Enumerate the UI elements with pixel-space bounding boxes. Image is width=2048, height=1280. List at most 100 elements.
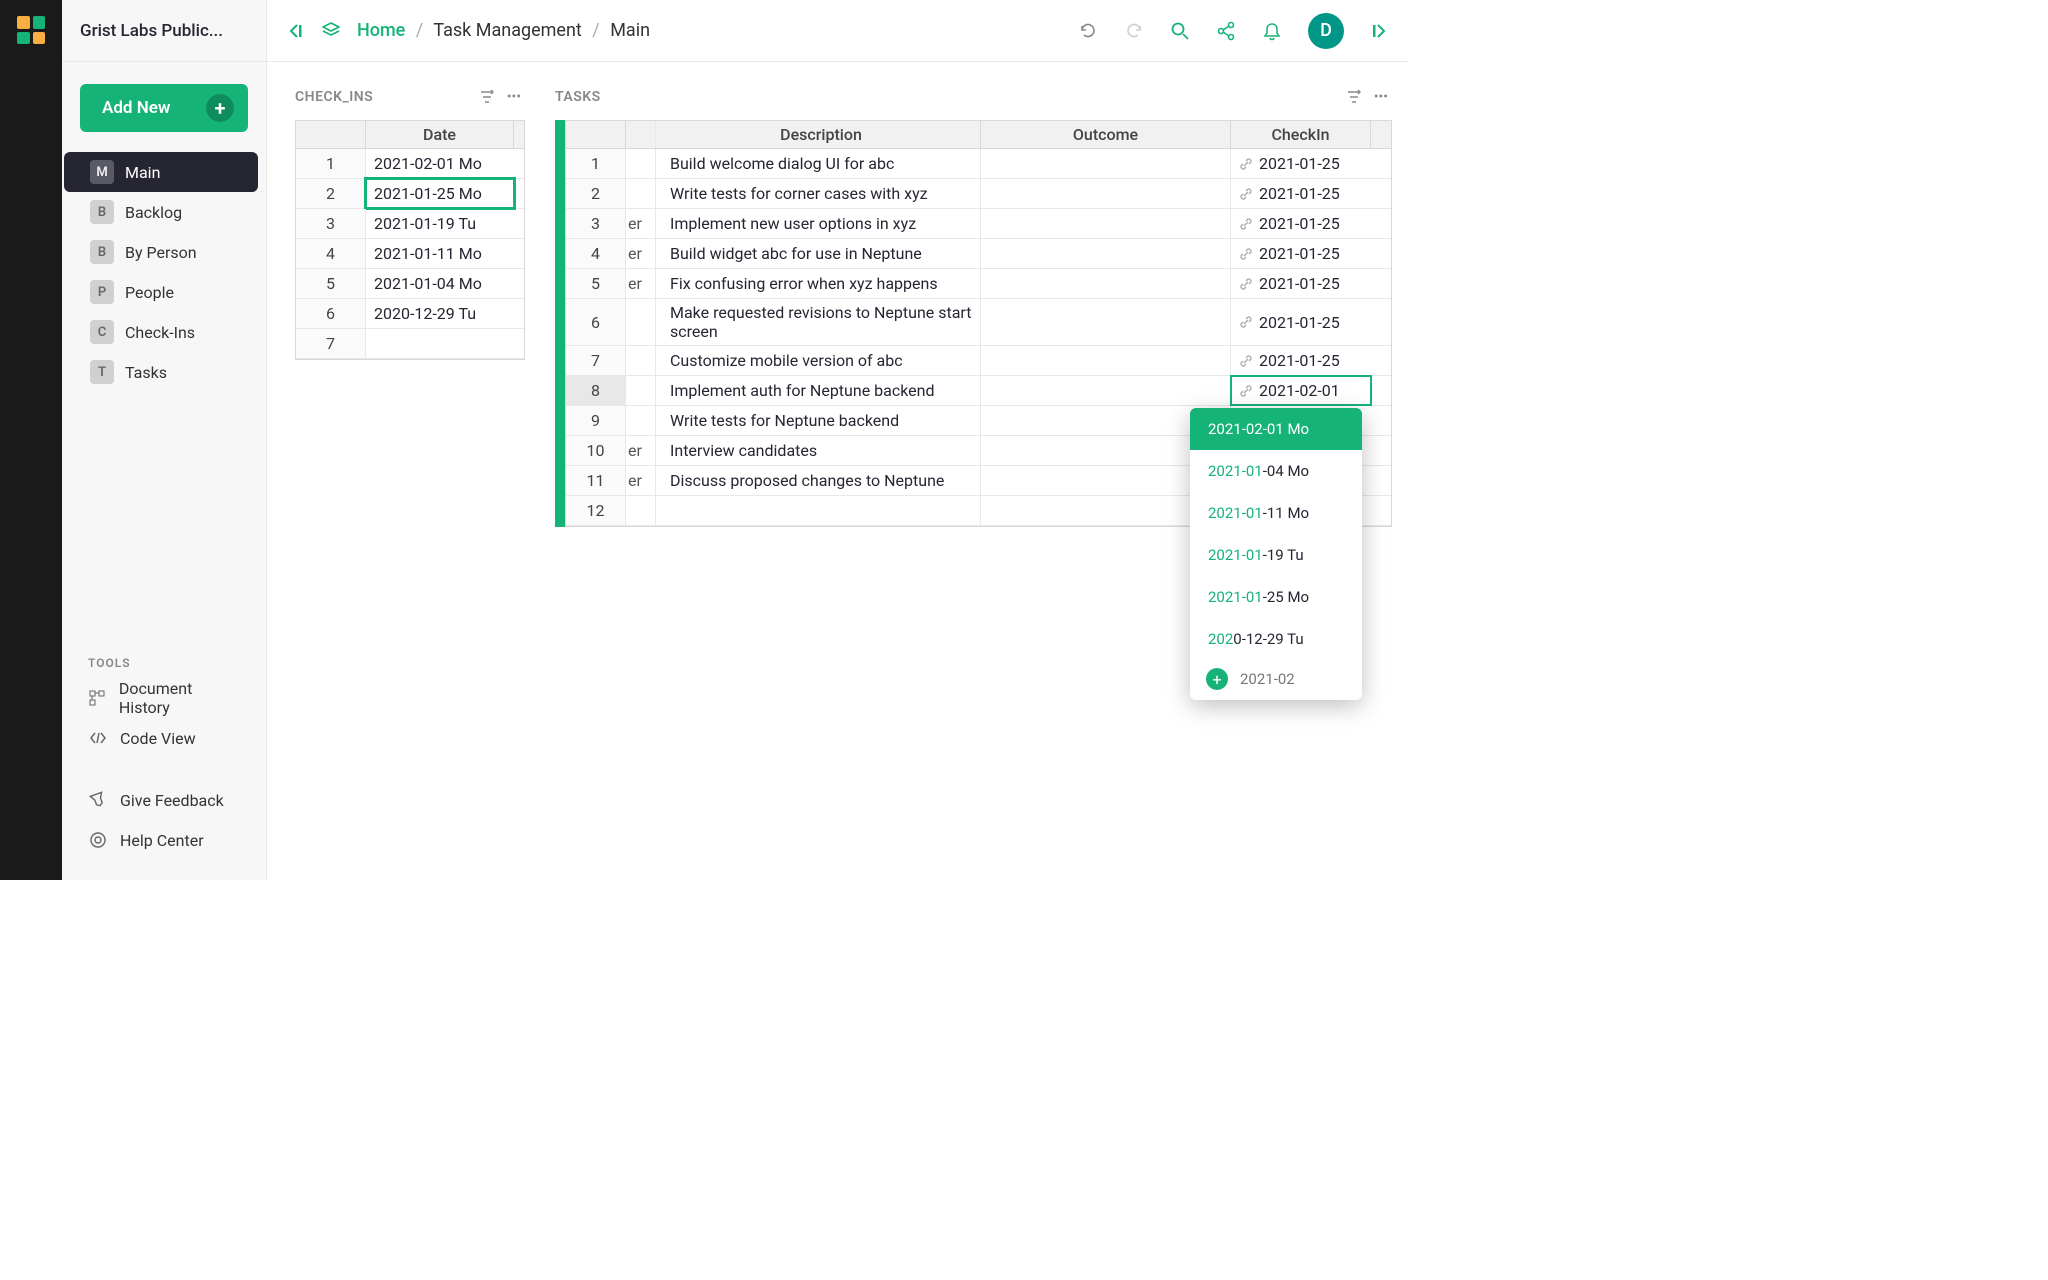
date-column-header[interactable]: Date (366, 121, 514, 148)
plus-icon[interactable]: + (1206, 668, 1228, 690)
checkin-cell[interactable]: 2021-01-25 (1231, 269, 1371, 298)
redo-icon[interactable] (1124, 21, 1144, 41)
row-number[interactable]: 2 (566, 179, 626, 208)
checkin-column-header[interactable]: CheckIn (1231, 121, 1371, 148)
table-row[interactable]: 62020-12-29 Tu (296, 299, 524, 329)
row-number[interactable]: 4 (566, 239, 626, 268)
avatar[interactable]: D (1308, 13, 1344, 49)
collapse-sidebar-icon[interactable] (289, 23, 305, 39)
sidebar-item-main[interactable]: MMain (64, 152, 258, 192)
row-number[interactable]: 5 (296, 269, 366, 298)
table-row[interactable]: 4erBuild widget abc for use in Neptune 20… (566, 239, 1391, 269)
breadcrumb-home[interactable]: Home (357, 20, 405, 41)
description-cell[interactable]: Interview candidates (656, 436, 981, 465)
row-number[interactable]: 7 (566, 346, 626, 375)
description-column-header[interactable]: Description (656, 121, 981, 148)
date-cell[interactable]: 2021-01-19 Tu (366, 209, 514, 238)
table-row[interactable]: 52021-01-04 Mo (296, 269, 524, 299)
date-cell[interactable] (366, 329, 514, 358)
description-cell[interactable]: Customize mobile version of abc (656, 346, 981, 375)
breadcrumb-page[interactable]: Main (610, 20, 650, 41)
who-cell[interactable]: er (626, 269, 656, 298)
outcome-cell[interactable] (981, 209, 1231, 238)
add-new-button[interactable]: Add New + (80, 84, 248, 132)
filter-icon[interactable] (1346, 89, 1362, 105)
row-number[interactable]: 11 (566, 466, 626, 495)
dropdown-option[interactable]: 2021-01-19 Tu (1190, 534, 1362, 576)
row-number[interactable]: 7 (296, 329, 366, 358)
table-row[interactable]: 5erFix confusing error when xyz happens2… (566, 269, 1391, 299)
checkin-cell[interactable]: 2021-01-25 (1231, 239, 1371, 268)
date-cell[interactable]: 2021-01-25 Mo (366, 179, 514, 208)
row-number[interactable]: 9 (566, 406, 626, 435)
table-row[interactable]: 1Build welcome dialog UI for abc2021-01-… (566, 149, 1391, 179)
description-cell[interactable]: Write tests for corner cases with xyz (656, 179, 981, 208)
row-number[interactable]: 1 (296, 149, 366, 178)
table-row[interactable]: 3erImplement new user options in xyz2021… (566, 209, 1391, 239)
undo-icon[interactable] (1078, 21, 1098, 41)
breadcrumb-doc[interactable]: Task Management (433, 20, 581, 41)
outcome-cell[interactable] (981, 269, 1231, 298)
workspace-name[interactable]: Grist Labs Public... (62, 0, 266, 62)
who-cell[interactable]: er (626, 436, 656, 465)
share-icon[interactable] (1216, 21, 1236, 41)
row-number[interactable]: 1 (566, 149, 626, 178)
outcome-column-header[interactable]: Outcome (981, 121, 1231, 148)
checkin-cell[interactable]: 2021-01-25 (1231, 179, 1371, 208)
who-cell[interactable] (626, 376, 656, 405)
row-number[interactable]: 3 (296, 209, 366, 238)
app-logo[interactable] (17, 16, 45, 44)
description-cell[interactable]: Implement new user options in xyz (656, 209, 981, 238)
checkin-dropdown[interactable]: 2021-02-01 Mo2021-01-04 Mo2021-01-11 Mo2… (1190, 408, 1362, 700)
filter-icon[interactable] (479, 89, 495, 105)
who-cell[interactable]: er (626, 466, 656, 495)
dropdown-option[interactable]: 2021-01-11 Mo (1190, 492, 1362, 534)
description-cell[interactable]: Build welcome dialog UI for abc (656, 149, 981, 178)
more-icon[interactable]: ••• (507, 89, 521, 105)
table-row[interactable]: 7 Customize mobile version of abc 2021-01-… (566, 346, 1391, 376)
description-cell[interactable]: Build widget abc for use in Neptune (656, 239, 981, 268)
bell-icon[interactable] (1262, 21, 1282, 41)
outcome-cell[interactable] (981, 376, 1231, 405)
tool-code-view[interactable]: Code View (62, 718, 266, 758)
description-cell[interactable] (656, 496, 981, 525)
dropdown-option[interactable]: 2021-02-01 Mo (1190, 408, 1362, 450)
dropdown-option[interactable]: 2021-01-04 Mo (1190, 450, 1362, 492)
row-number[interactable]: 5 (566, 269, 626, 298)
sidebar-item-backlog[interactable]: BBacklog (62, 192, 266, 232)
sidebar-item-people[interactable]: PPeople (62, 272, 266, 312)
dropdown-option[interactable]: 2021-01-25 Mo (1190, 576, 1362, 618)
outcome-cell[interactable] (981, 179, 1231, 208)
who-cell[interactable] (626, 406, 656, 435)
date-cell[interactable]: 2021-01-04 Mo (366, 269, 514, 298)
row-number[interactable]: 3 (566, 209, 626, 238)
table-row[interactable]: 8Implement auth for Neptune backend2021-… (566, 376, 1391, 406)
description-cell[interactable]: Make requested revisions to Neptune star… (656, 299, 981, 345)
who-cell[interactable]: er (626, 239, 656, 268)
tool-document-history[interactable]: Document History (62, 678, 266, 718)
description-cell[interactable]: Write tests for Neptune backend (656, 406, 981, 435)
pages-icon[interactable] (321, 21, 341, 41)
description-cell[interactable]: Discuss proposed changes to Neptune (656, 466, 981, 495)
table-row[interactable]: 6Make requested revisions to Neptune sta… (566, 299, 1391, 346)
who-cell[interactable] (626, 346, 656, 375)
checkin-cell[interactable]: 2021-01-25 (1231, 299, 1371, 345)
row-number[interactable]: 10 (566, 436, 626, 465)
who-cell[interactable] (626, 149, 656, 178)
search-icon[interactable] (1170, 21, 1190, 41)
description-cell[interactable]: Implement auth for Neptune backend (656, 376, 981, 405)
row-number[interactable]: 8 (566, 376, 626, 405)
table-row[interactable]: 42021-01-11 Mo (296, 239, 524, 269)
table-row[interactable]: 2 Write tests for corner cases with xyz 20… (566, 179, 1391, 209)
outcome-cell[interactable] (981, 239, 1231, 268)
checkin-cell[interactable]: 2021-01-25 (1231, 346, 1371, 375)
table-row[interactable]: 7 (296, 329, 524, 359)
who-cell[interactable] (626, 496, 656, 525)
date-cell[interactable]: 2021-01-11 Mo (366, 239, 514, 268)
sidebar-item-check-ins[interactable]: CCheck-Ins (62, 312, 266, 352)
date-cell[interactable]: 2020-12-29 Tu (366, 299, 514, 328)
dropdown-search-value[interactable]: 2021-02 (1240, 670, 1295, 688)
table-row[interactable]: 32021-01-19 Tu (296, 209, 524, 239)
collapse-rightpanel-icon[interactable] (1370, 23, 1386, 39)
row-number[interactable]: 4 (296, 239, 366, 268)
